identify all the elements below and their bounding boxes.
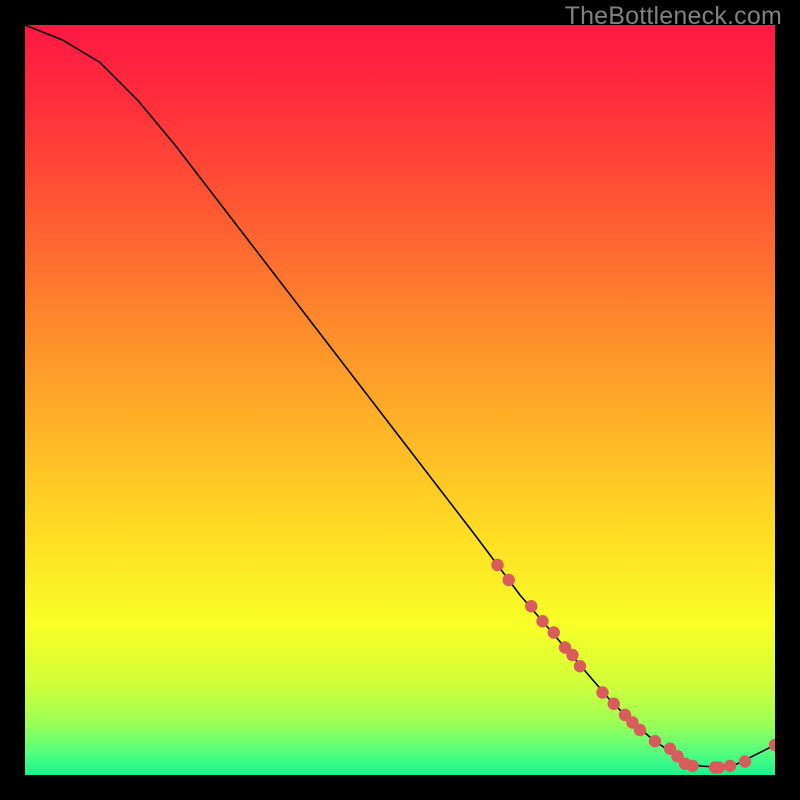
- data-point: [566, 649, 578, 661]
- data-point: [724, 760, 736, 772]
- data-point: [739, 755, 751, 767]
- chart-container: TheBottleneck.com: [0, 0, 800, 800]
- data-point: [686, 760, 698, 772]
- data-point: [713, 761, 725, 773]
- data-point: [491, 559, 503, 571]
- data-point: [536, 615, 548, 627]
- data-point: [608, 698, 620, 710]
- data-point: [525, 600, 537, 612]
- gradient-background: [25, 25, 775, 775]
- data-point: [634, 724, 646, 736]
- data-point: [596, 686, 608, 698]
- data-point: [649, 735, 661, 747]
- watermark-text: TheBottleneck.com: [565, 2, 782, 31]
- data-point: [503, 574, 515, 586]
- data-point: [574, 660, 586, 672]
- bottleneck-chart: [25, 25, 775, 775]
- data-point: [548, 626, 560, 638]
